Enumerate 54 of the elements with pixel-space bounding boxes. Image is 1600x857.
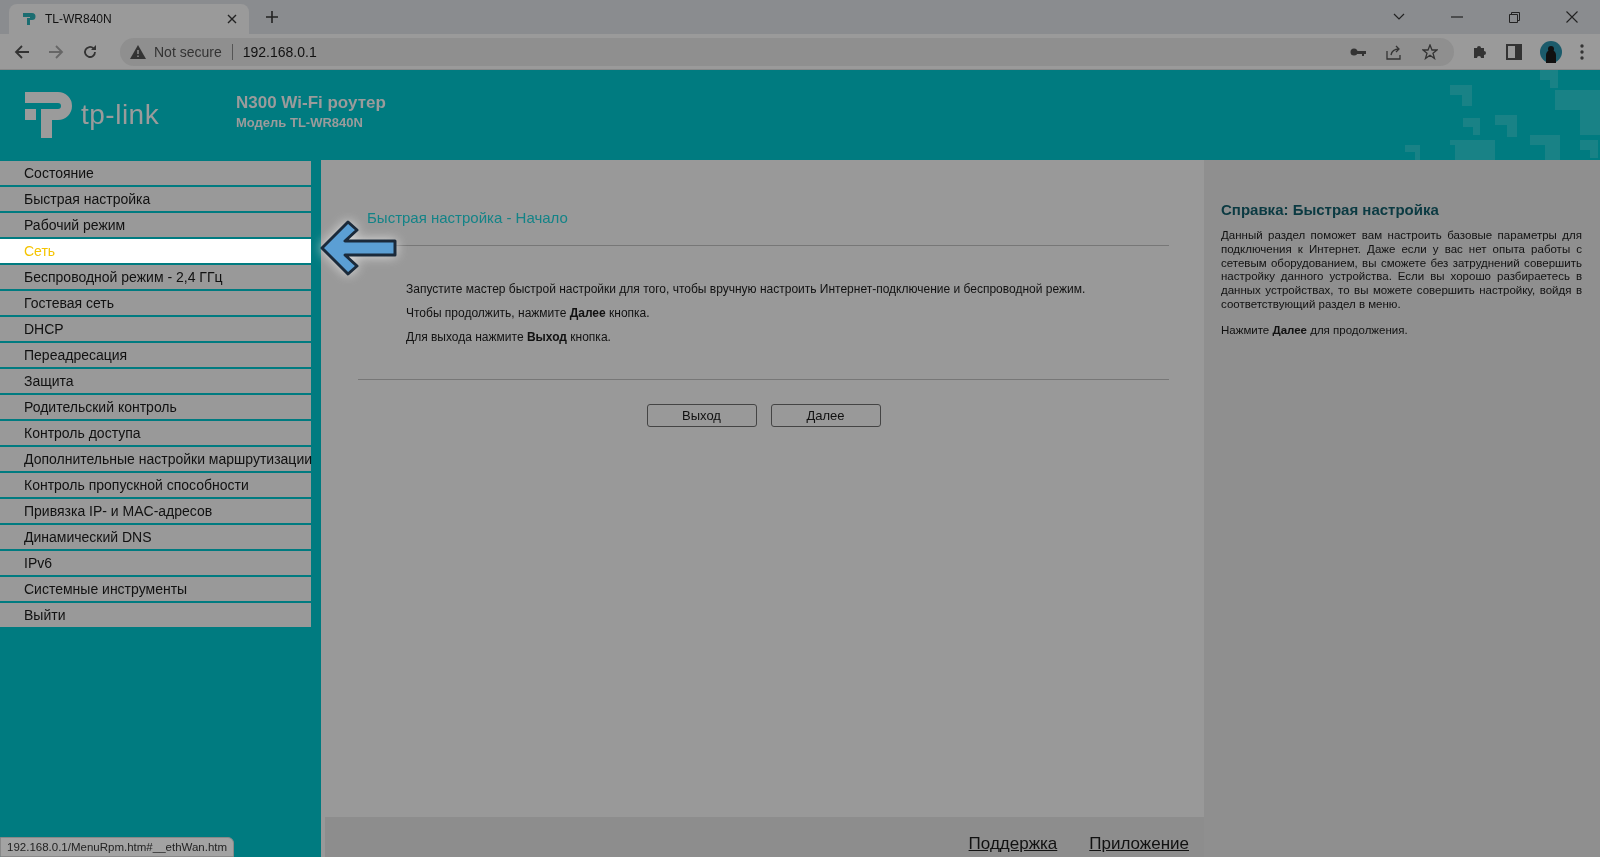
more-icon[interactable] (1580, 43, 1584, 60)
logo-text: tp-link (81, 99, 160, 131)
model-subtitle: Модель TL-WR840N (236, 114, 364, 130)
sidebar-item[interactable]: Быстрая настройка (0, 187, 311, 211)
sidebar-item[interactable]: Контроль пропускной способности (0, 473, 311, 497)
sidebar-item[interactable]: Контроль доступа (0, 421, 311, 445)
sidebar-item[interactable]: IPv6 (0, 551, 311, 575)
logo-icon (25, 90, 75, 140)
plus-icon[interactable] (265, 10, 279, 24)
sidebar-item[interactable]: Динамический DNS (0, 525, 311, 549)
close-icon[interactable] (227, 14, 237, 24)
chevron-down-icon[interactable] (1393, 13, 1405, 21)
sidebar-item[interactable]: Защита (0, 369, 311, 393)
reload-icon[interactable] (82, 43, 98, 60)
warning-icon (130, 44, 146, 59)
sidebar-item[interactable]: Рабочий режим (0, 213, 311, 237)
security-label: Not secure (154, 43, 222, 60)
close-icon[interactable] (1566, 11, 1578, 23)
sidebar-item[interactable]: Дополнительные настройки маршрутизации (0, 447, 311, 471)
instruction-text: Запустите мастер быстрой настройки для того, чтобы вручную настроить Интернет-подключение и беспроводной режим. (406, 282, 1087, 296)
dialog-button[interactable]: Выход (646, 404, 757, 427)
help-text: Нажмите Далее для продолжения. (1221, 323, 1409, 338)
instruction-text: Чтобы продолжить, нажмите Далее кнопка. (406, 306, 651, 320)
page-title: Быстрая настройка - Начало (367, 209, 569, 226)
restore-icon[interactable] (1509, 11, 1520, 23)
sidebar-item[interactable]: DHCP (0, 317, 311, 341)
footer-link[interactable]: Поддержка (968, 834, 1058, 854)
product-title: N300 Wi-Fi роутер (236, 92, 386, 113)
browser-tab[interactable]: TL-WR840N (9, 4, 249, 34)
footer-link[interactable]: Приложение (1089, 834, 1189, 854)
status-url: 192.168.0.1/MenuRpm.htm#__ethWan.htm (0, 837, 235, 857)
sidebar-item[interactable]: Выйти (0, 603, 311, 627)
sidebar-item[interactable]: Системные инструменты (0, 577, 311, 601)
logo-icon (21, 11, 37, 27)
tab-title: TL-WR840N (45, 12, 112, 26)
key-icon[interactable] (1350, 46, 1366, 57)
share-icon[interactable] (1386, 43, 1402, 60)
sidebar-item[interactable]: Гостевая сеть (0, 291, 311, 315)
avatar-icon[interactable] (1540, 40, 1562, 63)
side-panel-icon[interactable] (1506, 43, 1522, 60)
sidebar-item[interactable]: Беспроводной режим - 2,4 ГГц (0, 265, 311, 289)
sidebar-item[interactable]: Состояние (0, 161, 311, 185)
help-text: Данный раздел поможет вам настроить базовые параметры для подключения к Интернет. Даже если у вас нет опыта работы с сетевым оборудованием, вы сможете без затруднений совершить настройку данного устройства. Если вы хорошо разбираетесь в данных устройствах, то вы можете совершить настройку, войдя в соответствующий раздел в меню. (1221, 229, 1582, 312)
dialog-button[interactable]: Далее (770, 404, 881, 427)
help-title: Справка: Быстрая настройка (1221, 201, 1440, 218)
sidebar-item[interactable]: Привязка IP- и MAC-адресов (0, 499, 311, 523)
star-icon[interactable] (1422, 43, 1438, 60)
back-icon[interactable] (14, 43, 30, 60)
sidebar-item[interactable]: Переадресация (0, 343, 311, 367)
address-bar[interactable]: Not secure 192.168.0.1 (120, 37, 1454, 66)
puzzle-icon[interactable] (1472, 43, 1488, 60)
instruction-text: Для выхода нажмите Выход кнопка. (406, 330, 612, 344)
sidebar-item[interactable]: Родительский контроль (0, 395, 311, 419)
url-text: 192.168.0.1 (242, 43, 317, 60)
